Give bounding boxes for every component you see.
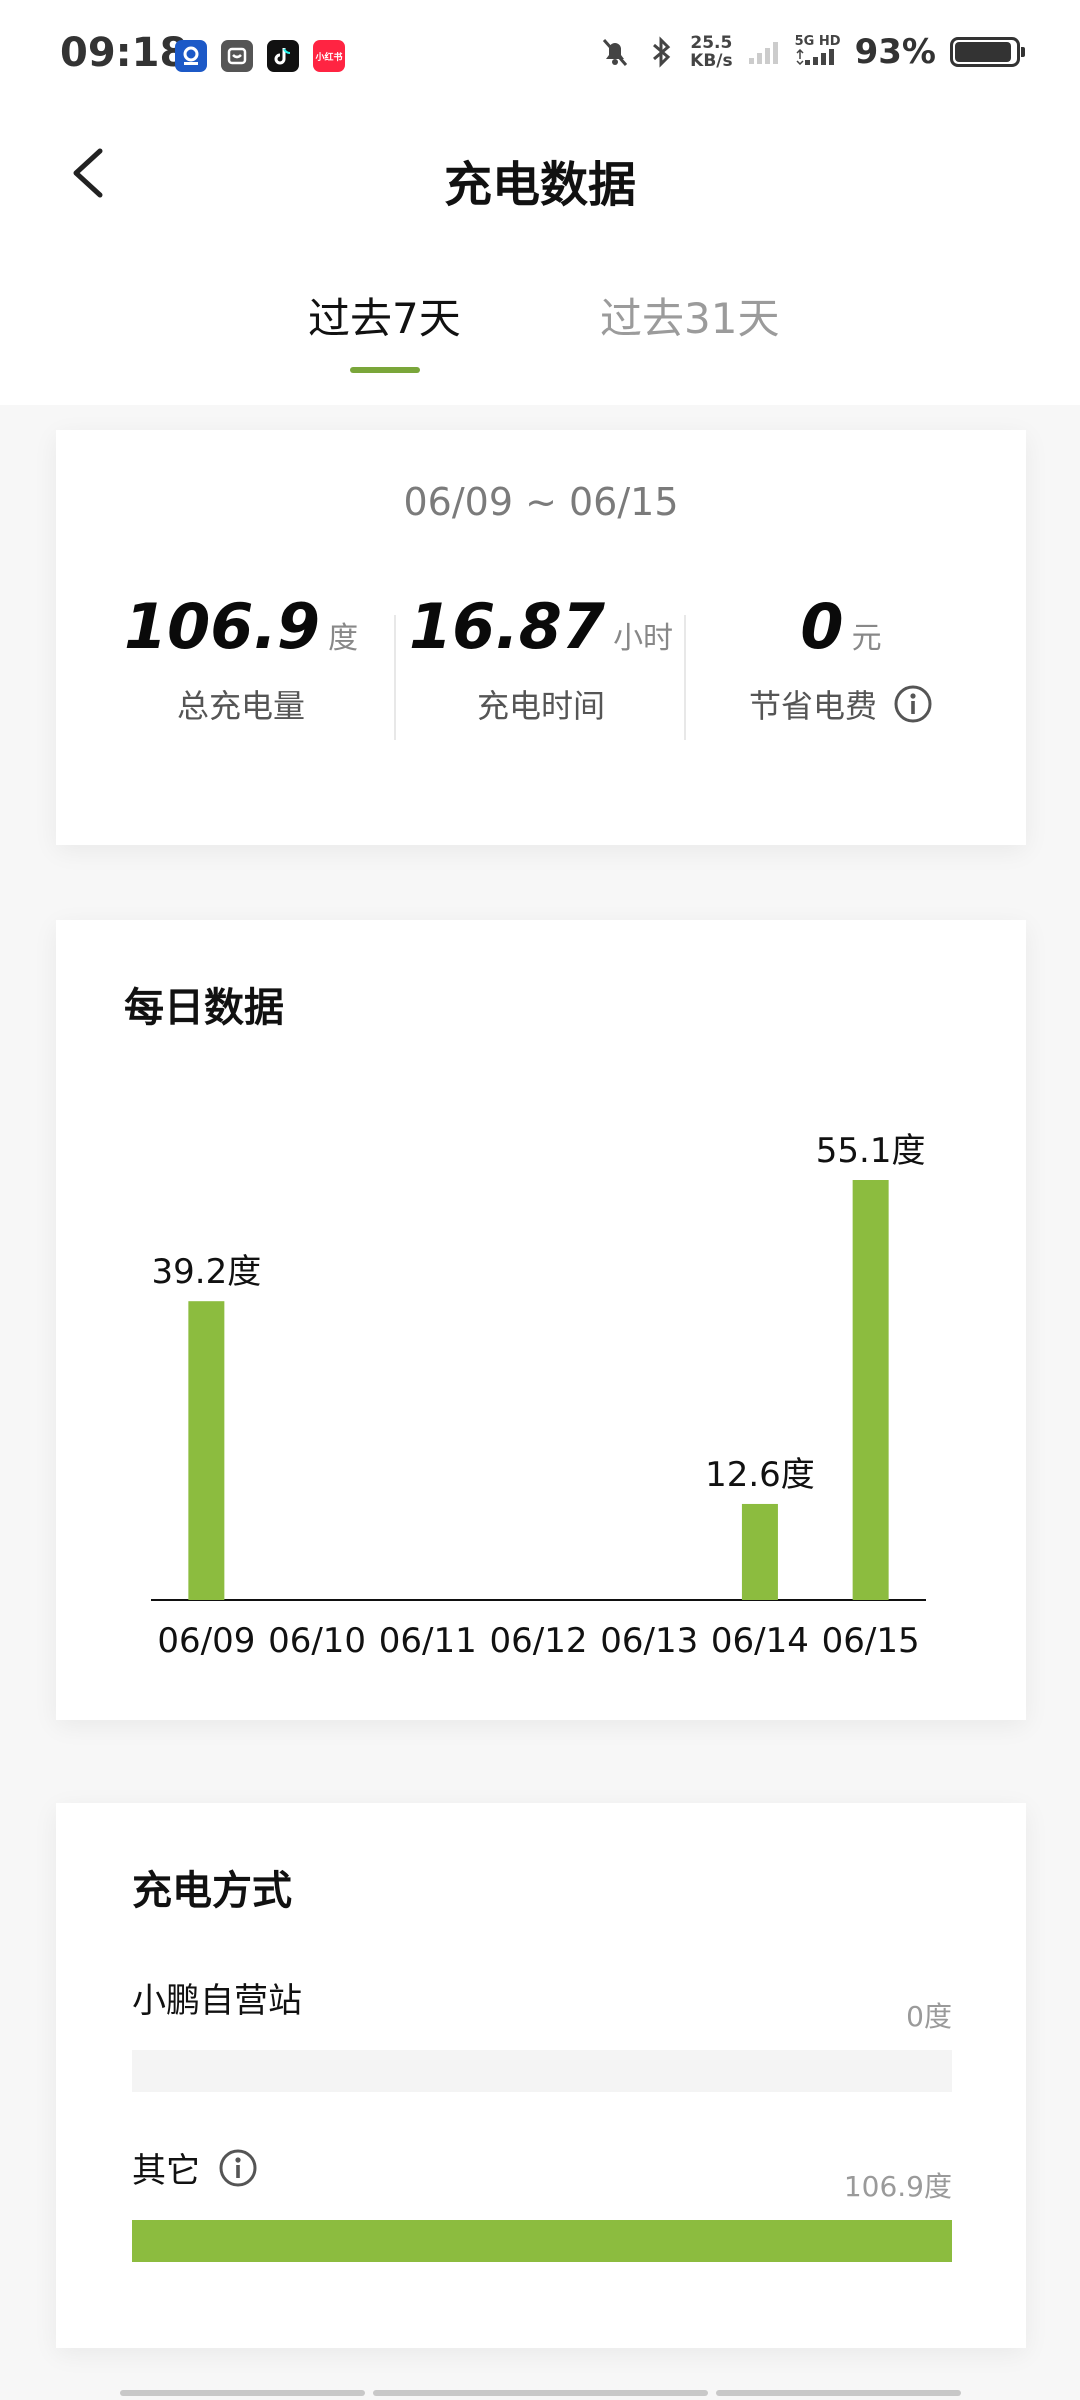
- daily-data-card: 每日数据 39.2度 06/09 06/10 06/11 06/12 06/13 12.6度…: [56, 920, 1026, 1720]
- chart-x-tick-label: 06/11: [379, 1621, 477, 1661]
- mute-bell-icon: [603, 39, 628, 66]
- method-value: 106.9度: [843, 2170, 952, 2203]
- stat-charge-time-label: 充电时间: [476, 687, 605, 725]
- douyin-icon: [267, 40, 299, 72]
- stat-charge-time-unit: 小时: [613, 621, 674, 656]
- method-progress-fill: [132, 2220, 952, 2262]
- info-icon[interactable]: [218, 2148, 258, 2188]
- status-right: 25.5 KB/s 5G HD 93%: [598, 32, 1025, 72]
- app-icon-2: [221, 40, 253, 72]
- stat-savings: 0元 节省电费: [696, 590, 986, 727]
- period-tabs: 过去7天 过去31天: [0, 235, 1080, 405]
- charging-method-title: 充电方式: [132, 1868, 292, 1914]
- stat-total-energy-label: 总充电量: [176, 687, 305, 725]
- battery-nub: [1021, 47, 1025, 57]
- app-bar: 充电数据: [0, 115, 1080, 235]
- stat-divider: [684, 615, 686, 740]
- chart-bar[interactable]: [852, 1180, 889, 1600]
- method-name: 其它: [132, 2151, 200, 2191]
- chart-x-tick-label: 06/14: [711, 1621, 809, 1661]
- charging-method-card: 充电方式 小鹏自营站 0度 其它 106.9度: [56, 1803, 1026, 2348]
- scroll-indicator: [373, 2390, 708, 2396]
- chart-x-tick-label: 06/12: [490, 1621, 588, 1661]
- method-row-other: 其它 106.9度: [132, 2143, 952, 2262]
- tab-past-7-days[interactable]: 过去7天: [308, 285, 461, 346]
- chart-data-label: 55.1度: [816, 1131, 926, 1171]
- info-icon[interactable]: [893, 684, 933, 724]
- chart-bar[interactable]: [741, 1503, 778, 1600]
- stat-savings-value: 0: [800, 590, 844, 663]
- bluetooth-icon: [653, 36, 671, 68]
- network-speed-value: 25.5: [690, 33, 733, 53]
- chart-x-tick-label: 06/09: [157, 1621, 255, 1661]
- stat-charge-time: 16.87 小时 充电时间: [396, 590, 686, 727]
- signal-strong-icon: [796, 48, 834, 66]
- stat-savings-unit: 元: [851, 621, 882, 656]
- signal-weak-icon: [748, 42, 778, 64]
- page-title: 充电数据: [443, 157, 636, 213]
- status-bar: 09:18 小红书 25.5 KB/s 5G HD 93%: [0, 0, 1080, 115]
- stat-total-energy-unit: 度: [328, 621, 359, 656]
- chart-bar[interactable]: [188, 1301, 225, 1600]
- stat-charge-time-value: 16.87: [408, 590, 606, 663]
- xiaohongshu-label: 小红书: [315, 52, 343, 63]
- date-range: 06/09 ~ 06/15: [403, 480, 679, 524]
- battery-icon: [950, 37, 1025, 67]
- scroll-indicator: [716, 2390, 961, 2396]
- tab-past-31-days[interactable]: 过去31天: [600, 285, 779, 346]
- network-speed: 25.5 KB/s: [690, 34, 732, 70]
- stat-total-energy: 106.9 度 总充电量: [96, 590, 386, 727]
- app-icon-1: [175, 40, 207, 72]
- method-name: 小鹏自营站: [132, 1981, 302, 2021]
- battery-percent: 93%: [854, 32, 936, 72]
- active-tab-indicator: [350, 367, 420, 373]
- battery-fill: [955, 42, 1011, 62]
- scroll-indicator: [120, 2390, 365, 2396]
- chart-data-label: 39.2度: [152, 1252, 262, 1292]
- daily-bar-chart: 39.2度 06/09 06/10 06/11 06/12 06/13 12.6度 06/14…: [151, 1131, 926, 1661]
- network-speed-unit: KB/s: [690, 51, 733, 71]
- network-type: 5G HD: [795, 35, 841, 69]
- xiaohongshu-icon: 小红书: [313, 40, 345, 72]
- status-time: 09:18: [60, 30, 188, 76]
- status-app-icons: 小红书: [175, 40, 345, 72]
- method-progress-track: [132, 2050, 952, 2092]
- stat-savings-label: 节省电费: [748, 687, 877, 725]
- chart-x-tick-label: 06/13: [600, 1621, 698, 1661]
- chart-data-label: 12.6度: [705, 1455, 815, 1495]
- summary-card: 06/09 ~ 06/15 106.9 度 总充电量 16.87 小时 充电时间 0…: [56, 430, 1026, 845]
- method-progress-track: [132, 2220, 952, 2262]
- method-row-xpeng-station: 小鹏自营站 0度: [132, 1973, 952, 2092]
- method-value: 0度: [906, 2000, 952, 2033]
- chart-x-tick-label: 06/10: [268, 1621, 366, 1661]
- chart-x-tick-label: 06/15: [822, 1621, 920, 1661]
- stat-total-energy-value: 106.9: [123, 590, 321, 663]
- network-label: 5G HD: [794, 34, 841, 49]
- scroll-indicators: [120, 2390, 961, 2396]
